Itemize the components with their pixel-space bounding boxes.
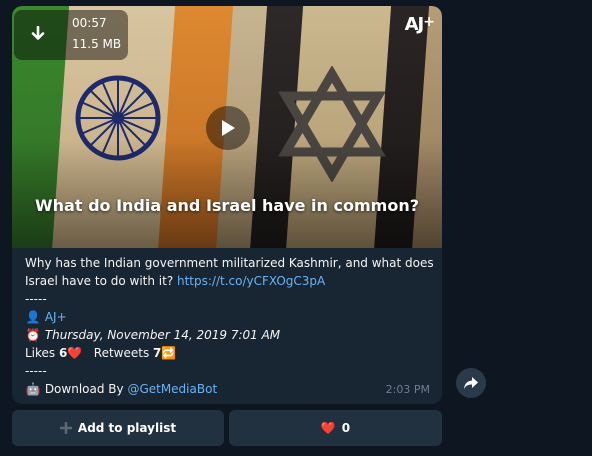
aj-plus-logo: AJ+ xyxy=(404,14,435,35)
bot-link[interactable]: @GetMediaBot xyxy=(127,382,217,396)
repeat-emoji: 🔁 xyxy=(161,346,177,360)
bust-emoji: 👤 xyxy=(25,310,41,324)
plus-icon xyxy=(59,422,72,434)
like-button[interactable]: ❤️ 0 xyxy=(229,410,442,446)
message-bubble: 00:57 11.5 MB AJ+ What do India and Isra… xyxy=(12,6,442,404)
download-label: Download By xyxy=(41,382,128,396)
stats-row: Likes 6❤️ Retweets 7🔁 xyxy=(25,344,435,362)
caption-line: Israel have to do with it? https://t.co/… xyxy=(25,272,435,290)
download-icon xyxy=(31,26,45,40)
caption-line: Why has the Indian government militarize… xyxy=(25,256,434,270)
video-title: What do India and Israel have in common? xyxy=(35,196,419,215)
add-to-playlist-label: Add to playlist xyxy=(77,421,177,435)
add-to-playlist-button[interactable]: Add to playlist xyxy=(12,410,224,446)
play-icon xyxy=(222,120,235,136)
play-button[interactable] xyxy=(206,106,250,150)
alarm-clock-emoji: ⏰ xyxy=(25,328,41,342)
separator: ----- xyxy=(25,364,47,378)
post-date: Thursday, November 14, 2019 7:01 AM xyxy=(44,328,281,342)
video-duration: 00:57 xyxy=(72,16,107,30)
download-row: 🤖 Download By @GetMediaBot xyxy=(25,380,435,398)
author-row: 👤 AJ+ xyxy=(25,308,435,326)
logo-text: AJ xyxy=(404,14,425,35)
separator: ----- xyxy=(25,292,47,306)
retweets-label: Retweets xyxy=(93,346,154,360)
heart-emoji: ❤️ xyxy=(67,346,83,360)
message-time: 2:03 PM xyxy=(385,383,430,396)
forward-button[interactable] xyxy=(456,368,486,398)
likes-label: Likes xyxy=(25,346,59,360)
message-caption: Why has the Indian government militarize… xyxy=(25,254,435,398)
tweet-link[interactable]: https://t.co/yCFXOgC3pA xyxy=(177,274,325,288)
download-button[interactable] xyxy=(14,10,62,60)
heart-icon: ❤️ xyxy=(320,421,336,435)
forward-icon xyxy=(464,377,478,389)
logo-plus: + xyxy=(423,14,435,30)
like-count: 0 xyxy=(341,421,351,435)
video-size: 11.5 MB xyxy=(72,37,122,51)
author-link[interactable]: AJ+ xyxy=(45,310,67,324)
date-row: ⏰ Thursday, November 14, 2019 7:01 AM xyxy=(25,326,435,344)
robot-emoji: 🤖 xyxy=(25,382,41,396)
caption-text: Israel have to do with it? xyxy=(25,274,177,288)
video-thumbnail[interactable]: 00:57 11.5 MB AJ+ What do India and Isra… xyxy=(12,6,442,248)
